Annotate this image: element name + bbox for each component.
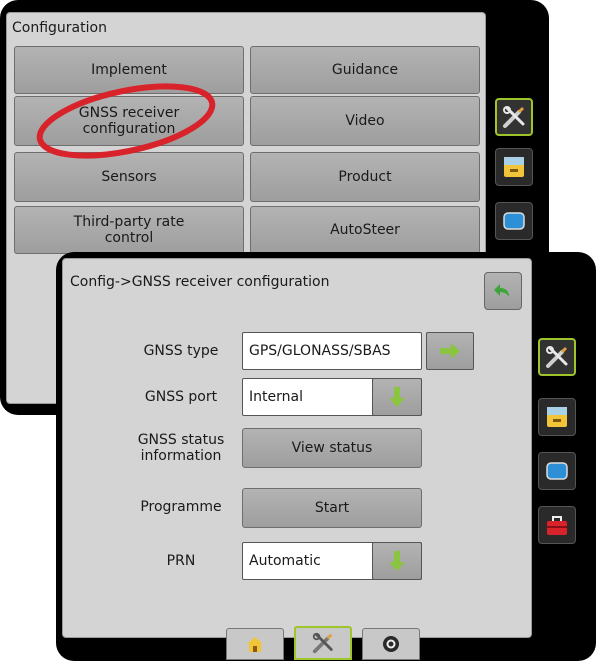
tools-icon xyxy=(312,632,333,654)
arrow-right-icon xyxy=(440,343,460,359)
sidebar-console-button[interactable] xyxy=(538,398,576,436)
arrow-down-icon xyxy=(389,551,405,571)
sidebar-console-button[interactable] xyxy=(495,148,533,186)
configuration-title: Configuration xyxy=(12,20,107,36)
programme-label: Programme xyxy=(140,499,222,515)
back-arrow-icon xyxy=(494,284,509,297)
toolbox-icon xyxy=(547,516,567,535)
camera-tab[interactable] xyxy=(362,628,420,660)
prn-label: PRN xyxy=(166,553,196,569)
gnss-type-next-button[interactable] xyxy=(426,332,474,370)
camera-icon xyxy=(383,636,399,652)
autosteer-button[interactable]: AutoSteer xyxy=(250,206,480,254)
prn-dropdown-button[interactable] xyxy=(372,542,422,580)
video-button[interactable]: Video xyxy=(250,96,480,146)
sidebar-toolbox-button[interactable] xyxy=(538,506,576,544)
highlight-circle-annotation xyxy=(36,83,216,159)
guidance-button[interactable]: Guidance xyxy=(250,46,480,94)
sidebar-tools-button[interactable] xyxy=(538,338,576,376)
sidebar-screen-button[interactable] xyxy=(538,452,576,490)
gnss-status-information-label: GNSS status information xyxy=(137,432,225,464)
tools-icon xyxy=(503,106,525,128)
screen-icon xyxy=(546,462,568,480)
home-tab[interactable] xyxy=(226,628,284,660)
console-icon xyxy=(547,407,567,427)
sidebar-tools-button[interactable] xyxy=(495,98,533,136)
home-icon xyxy=(247,637,263,652)
screen-icon xyxy=(503,212,525,230)
start-button[interactable]: Start xyxy=(242,488,422,528)
product-button[interactable]: Product xyxy=(250,152,480,202)
gnss-port-dropdown-button[interactable] xyxy=(372,378,422,416)
arrow-down-icon xyxy=(389,387,405,407)
gnss-type-label: GNSS type xyxy=(143,343,219,359)
back-button[interactable] xyxy=(484,272,522,310)
gnss-window-title: Config->GNSS receiver configuration xyxy=(70,274,330,290)
configuration-tab[interactable] xyxy=(294,626,352,660)
console-icon xyxy=(504,157,524,177)
gnss-type-field[interactable]: GPS/GLONASS/SBAS xyxy=(242,332,422,370)
view-status-button[interactable]: View status xyxy=(242,428,422,468)
sidebar-screen-button[interactable] xyxy=(495,202,533,240)
tools-icon xyxy=(546,346,568,368)
gnss-port-label: GNSS port xyxy=(144,389,218,405)
gnss-receiver-window: Config->GNSS receiver configuration GNSS… xyxy=(56,252,596,661)
third-party-rate-control-button[interactable]: Third-party rate control xyxy=(14,206,244,254)
